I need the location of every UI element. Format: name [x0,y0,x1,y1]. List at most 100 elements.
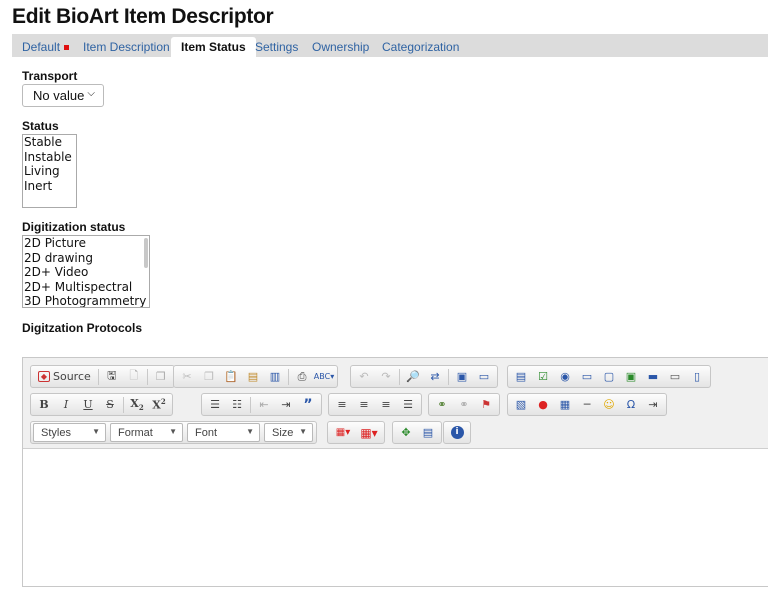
underline-button[interactable]: U [77,395,99,415]
superscript-button[interactable]: X2 [148,395,170,415]
about-button[interactable]: i [446,423,468,443]
toolbar-group-undo: ↶ ↷ 🔎 ⇄ ▣ ▭ [350,365,498,388]
page-title: Edit BioArt Item Descriptor [12,5,274,28]
spellcheck-icon: ABC▾ [313,372,335,381]
redo-button[interactable]: ↷ [375,367,397,387]
strike-button[interactable]: S [99,395,121,415]
paste-button[interactable]: 📋 [220,367,242,387]
image-button-button[interactable]: ▭ [664,367,686,387]
anchor-button[interactable]: ⚑ [475,395,497,415]
horizontal-rule-button[interactable]: ─ [576,395,598,415]
align-left-icon: ≡ [337,398,347,411]
print-button[interactable]: ⎙ [291,367,313,387]
cut-button[interactable]: ✂ [176,367,198,387]
table-button[interactable]: ▦ [554,395,576,415]
chevron-down-icon: ⌵ [87,88,95,99]
align-right-button[interactable]: ≡ [375,395,397,415]
copy-button[interactable]: ❐ [198,367,220,387]
italic-icon: I [63,398,69,411]
tab-item-description[interactable]: Item Description [73,37,180,57]
checkbox-button[interactable]: ☑ [532,367,554,387]
editor-content-area[interactable] [23,450,768,590]
show-blocks-button[interactable]: ▤ [417,423,439,443]
unlink-button[interactable]: ⚭ [453,395,475,415]
align-right-icon: ≡ [381,398,391,411]
text-color-button[interactable]: ▦▾ [330,423,356,443]
source-label: Source [53,370,91,383]
blockquote-button[interactable]: ” [297,395,319,415]
smiley-button[interactable]: ☺ [598,395,620,415]
tab-settings[interactable]: Settings [245,37,308,57]
chevron-down-icon: ▼ [169,427,177,436]
outdent-button[interactable]: ⇤ [253,395,275,415]
list-item[interactable]: 2D drawing [24,251,149,266]
list-item[interactable]: Inert [24,179,76,194]
transport-select[interactable]: No value ⌵ [22,84,104,107]
numbered-list-button[interactable]: ☰ [204,395,226,415]
templates-button[interactable]: ❐ [150,367,172,387]
image-icon: ▧ [515,398,527,411]
page-break-button[interactable]: ⇥ [642,395,664,415]
status-label: Status [22,119,59,133]
error-indicator [64,45,70,50]
list-item[interactable]: 2D+ Video [24,265,149,280]
align-center-button[interactable]: ≡ [353,395,375,415]
justify-button[interactable]: ☰ [397,395,419,415]
font-combo[interactable]: Font ▼ [187,423,260,442]
special-char-button[interactable]: Ω [620,395,642,415]
list-item[interactable]: Stable [24,135,76,150]
tab-bar: Default Item Description Item Status Set… [12,34,768,57]
select-all-button[interactable]: ▣ [451,367,473,387]
spellcheck-button[interactable]: ABC▾ [313,367,335,387]
form-button[interactable]: ▤ [510,367,532,387]
list-item[interactable]: 2D Picture [24,236,149,251]
paste-text-icon: ▤ [247,370,259,383]
hidden-field-button[interactable]: ▯ [686,367,708,387]
bg-color-button[interactable]: ▦▾ [356,423,382,443]
tab-categorization[interactable]: Categorization [372,37,469,57]
list-item[interactable]: 2D+ Multispectral [24,280,149,295]
radio-button[interactable]: ◉ [554,367,576,387]
save-button[interactable]: 🖫 [101,367,123,387]
flash-button[interactable]: ● [532,395,554,415]
italic-button[interactable]: I [55,395,77,415]
scrollbar[interactable] [144,238,148,268]
size-combo[interactable]: Size ▼ [264,423,313,442]
info-icon: i [450,426,464,439]
subscript-button[interactable]: X2 [126,395,148,415]
find-icon: 🔎 [406,370,420,383]
bulleted-list-button[interactable]: ☷ [226,395,248,415]
remove-format-button[interactable]: ▭ [473,367,495,387]
find-button[interactable]: 🔎 [402,367,424,387]
list-item[interactable]: Instable [24,150,76,165]
styles-combo[interactable]: Styles ▼ [33,423,106,442]
select-field-button[interactable]: ▣ [620,367,642,387]
tab-ownership[interactable]: Ownership [302,37,379,57]
paste-word-button[interactable]: ▥ [264,367,286,387]
indent-button[interactable]: ⇥ [275,395,297,415]
replace-button[interactable]: ⇄ [424,367,446,387]
tab-item-status[interactable]: Item Status [171,37,256,57]
bold-button[interactable]: B [33,395,55,415]
toolbar-group-document: ◆ Source 🖫 🗋 ❐ [30,365,175,388]
text-field-button[interactable]: ▭ [576,367,598,387]
textarea-button[interactable]: ▢ [598,367,620,387]
paste-text-button[interactable]: ▤ [242,367,264,387]
status-listbox[interactable]: Stable Instable Living Inert [22,134,77,208]
list-item[interactable]: 3D Photogrammetry [24,294,149,307]
new-page-button[interactable]: 🗋 [123,367,145,387]
button-field-button[interactable]: ▬ [642,367,664,387]
smiley-icon: ☺ [603,398,615,411]
image-button[interactable]: ▧ [510,395,532,415]
digitization-status-listbox[interactable]: 2D Picture 2D drawing 2D+ Video 2D+ Mult… [22,235,150,308]
maximize-button[interactable]: ✥ [395,423,417,443]
undo-button[interactable]: ↶ [353,367,375,387]
print-icon: ⎙ [297,369,307,383]
source-button[interactable]: ◆ Source [33,367,96,387]
format-combo[interactable]: Format ▼ [110,423,183,442]
list-item[interactable]: Living [24,164,76,179]
tab-default[interactable]: Default [12,37,79,57]
toolbar-group-styles: Styles ▼ Format ▼ Font ▼ Size ▼ [30,421,317,444]
align-left-button[interactable]: ≡ [331,395,353,415]
link-button[interactable]: ⚭ [431,395,453,415]
